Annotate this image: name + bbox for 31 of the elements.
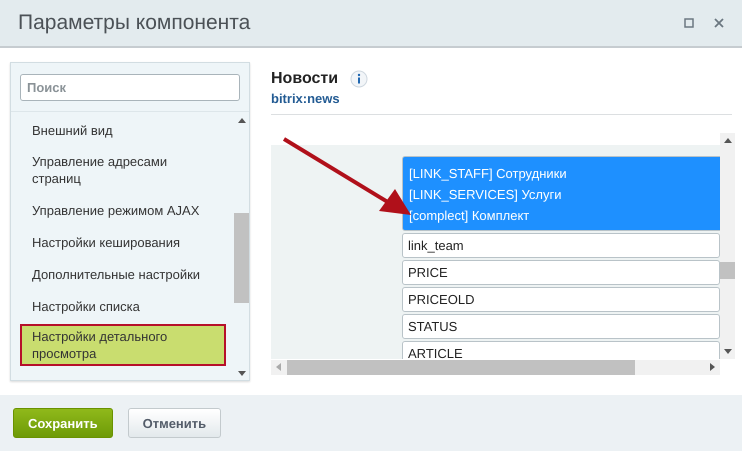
text-field[interactable]: PRICE (402, 260, 720, 285)
sidebar-item[interactable]: Управление адресами страниц (20, 146, 226, 193)
scroll-left-icon[interactable] (276, 363, 281, 371)
close-icon[interactable] (714, 18, 724, 28)
sidebar-item[interactable]: Настройки списка (20, 290, 226, 321)
scroll-down-icon[interactable] (724, 349, 732, 354)
maximize-icon[interactable] (684, 18, 694, 28)
sidebar-item[interactable]: Дополнительные настройки (20, 258, 226, 289)
sidebar-item[interactable]: Управление режимом AJAX (20, 194, 226, 225)
scroll-down-icon[interactable] (238, 371, 246, 376)
info-icon[interactable] (350, 70, 368, 88)
cancel-button[interactable]: Отменить (128, 408, 222, 438)
scrollbar[interactable] (720, 133, 735, 359)
search-field[interactable]: Поиск (20, 74, 240, 101)
scroll-thumb[interactable] (720, 262, 735, 279)
sidebar-item[interactable]: Настройки детального просмотра (20, 324, 226, 366)
scroll-thumb[interactable] (287, 360, 635, 374)
text-field[interactable]: PRICEOLD (402, 287, 720, 312)
text-field[interactable]: STATUS (402, 314, 720, 339)
scroll-thumb[interactable] (234, 213, 249, 303)
window-title: Параметры компонента (18, 11, 250, 35)
scroll-up-icon[interactable] (238, 118, 246, 123)
scroll-right-icon[interactable] (710, 363, 715, 371)
scroll-up-icon[interactable] (724, 138, 732, 143)
text-field[interactable]: ARTICLE (402, 341, 720, 359)
sidebar-item[interactable]: Настройки кеширования (20, 226, 226, 257)
component-code-link[interactable]: bitrix:news (271, 91, 732, 106)
text-field[interactable]: link_team (402, 233, 720, 258)
sidebar-item[interactable]: Внешний вид (20, 114, 226, 145)
component-title: Новости (271, 70, 338, 88)
scrollbar[interactable] (271, 360, 720, 374)
